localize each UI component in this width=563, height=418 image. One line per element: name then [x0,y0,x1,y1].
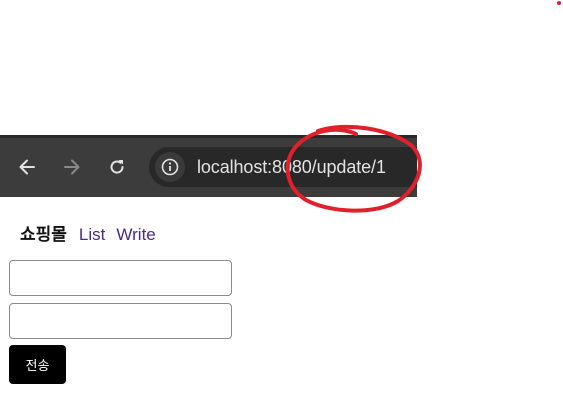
site-navbar: 쇼핑몰 List Write [20,220,167,245]
submit-button[interactable]: 전송 [9,345,66,384]
brand-logo[interactable]: 쇼핑몰 [20,220,67,245]
url-text[interactable]: localhost:8080/update/1 [197,157,386,178]
info-icon [161,158,179,176]
forward-button[interactable] [60,155,84,179]
browser-toolbar: localhost:8080/update/1 [0,135,417,197]
screenshot-stage: localhost:8080/update/1 쇼핑몰 List Write 전… [0,0,563,418]
red-circle-annotation [285,124,422,213]
forward-arrow-icon [64,159,80,175]
reload-icon [110,160,124,174]
red-dot-mark [557,1,561,5]
nav-link-write[interactable]: Write [116,225,155,245]
nav-link-list[interactable]: List [79,225,105,245]
back-button[interactable] [15,155,39,179]
back-arrow-icon [19,159,35,175]
reload-button[interactable] [105,155,129,179]
site-info-button[interactable] [155,152,185,182]
price-input[interactable] [9,303,232,339]
address-bar[interactable]: localhost:8080/update/1 [149,147,417,187]
title-input[interactable] [9,260,232,296]
